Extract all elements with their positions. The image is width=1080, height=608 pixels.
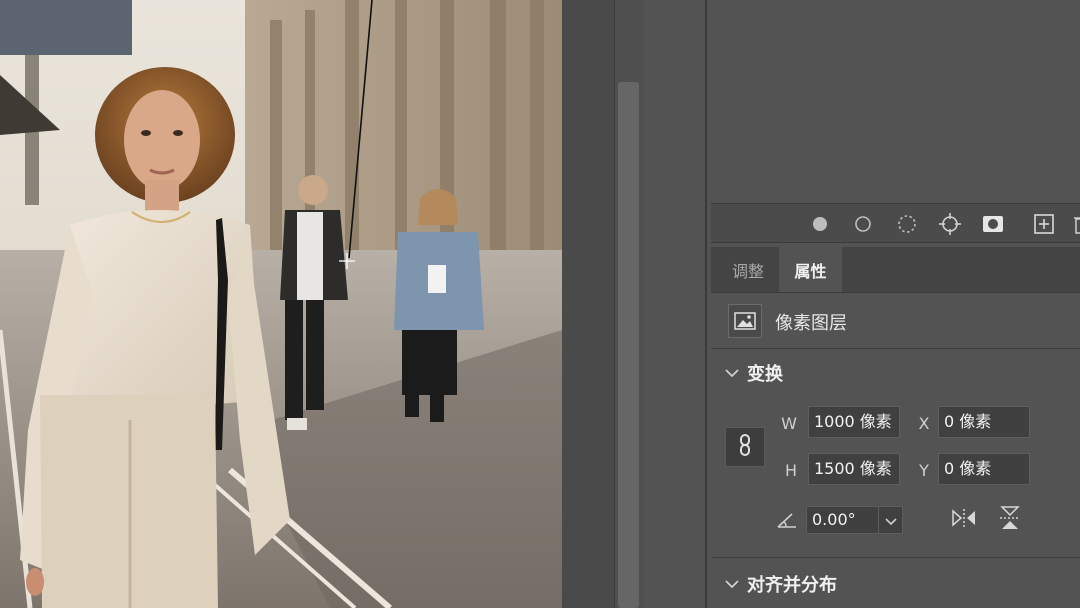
mask-icon[interactable]: [982, 213, 1004, 235]
angle-dropdown-button[interactable]: [878, 506, 903, 534]
photo-street-scene: [0, 0, 562, 608]
height-field[interactable]: 1500 像素: [808, 453, 900, 485]
align-section-header[interactable]: 对齐并分布: [711, 564, 1080, 604]
panel-preview-area: [711, 0, 1080, 203]
link-dimensions-button[interactable]: [725, 427, 765, 467]
add-square-icon[interactable]: [1033, 213, 1055, 235]
dashed-circle-icon[interactable]: [896, 213, 918, 235]
panel-dock-column: [644, 0, 707, 608]
height-label: H: [784, 461, 798, 480]
vertical-scrollbar-thumb[interactable]: [618, 82, 639, 608]
flip-vertical-button[interactable]: [996, 506, 1024, 534]
align-section-title: 对齐并分布: [747, 575, 837, 596]
photoshop-workspace: 调整 属性 像素图层 变换 W 1000 像素 X 0 像素 H 1500 像素…: [0, 0, 1080, 608]
outline-circle-icon[interactable]: [852, 213, 874, 235]
y-position-field[interactable]: 0 像素: [938, 453, 1030, 485]
angle-icon: [776, 511, 798, 533]
x-position-field[interactable]: 0 像素: [938, 406, 1030, 438]
chevron-down-icon: [884, 511, 897, 530]
transform-section-title: 变换: [747, 364, 783, 385]
panel-tab-bar: 调整 属性: [711, 247, 1080, 293]
link-icon: [737, 433, 753, 461]
transform-section-header[interactable]: 变换: [711, 353, 1080, 393]
filled-circle-icon[interactable]: [809, 213, 831, 235]
chevron-down-icon: [717, 579, 747, 589]
section-divider: [711, 557, 1080, 558]
tab-adjustments-label: 调整: [731, 261, 764, 281]
flip-horizontal-button[interactable]: [950, 506, 978, 534]
tab-adjustments[interactable]: 调整: [717, 247, 779, 292]
image-icon: [728, 304, 762, 338]
crosshair-target-icon[interactable]: [939, 213, 961, 235]
document-canvas[interactable]: [0, 0, 562, 608]
y-label: Y: [919, 461, 929, 480]
width-label: W: [781, 414, 797, 433]
tab-properties-label: 属性: [794, 261, 827, 281]
layer-kind-label: 像素图层: [775, 313, 847, 334]
width-field[interactable]: 1000 像素: [808, 406, 900, 438]
x-label: X: [918, 414, 930, 433]
angle-field[interactable]: 0.00°: [806, 506, 879, 534]
tab-properties[interactable]: 属性: [779, 247, 842, 292]
trash-icon[interactable]: [1071, 213, 1080, 235]
flip-vertical-icon: [999, 505, 1021, 535]
layer-mask-toolbar: [711, 203, 1080, 243]
flip-horizontal-icon: [951, 508, 977, 532]
chevron-down-icon: [717, 368, 747, 378]
layer-kind-row: 像素图层: [711, 293, 1080, 349]
canvas-pasteboard: [562, 0, 614, 608]
